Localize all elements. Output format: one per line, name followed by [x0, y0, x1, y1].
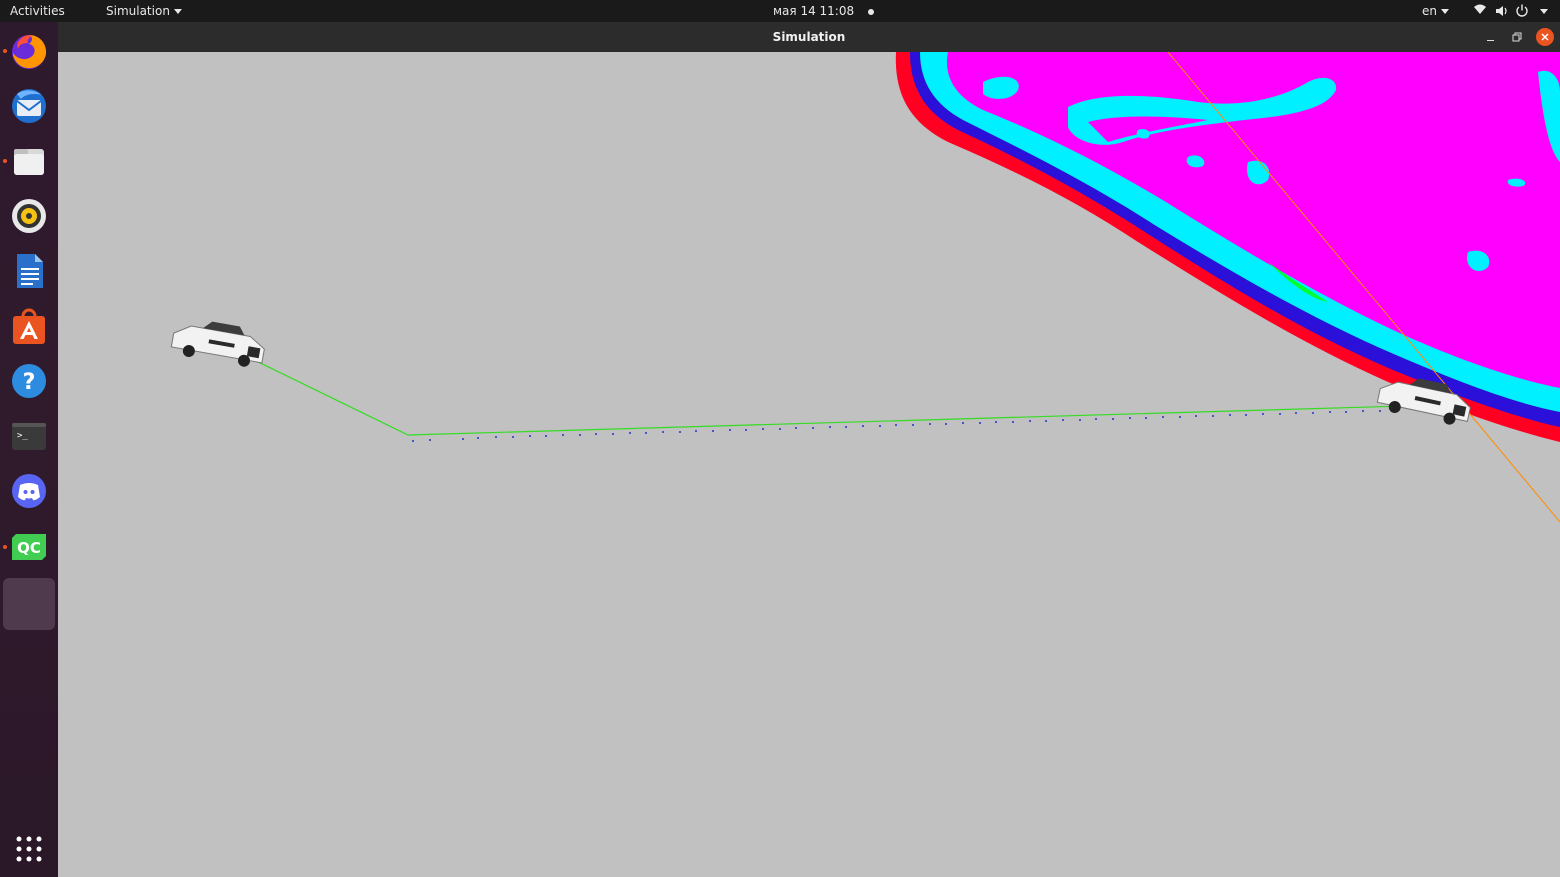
dock-item-help[interactable]: ? [5, 357, 53, 405]
svg-text:QC: QC [17, 539, 41, 557]
dock-item-qtcreator[interactable]: QC [5, 522, 53, 570]
document-icon [17, 254, 43, 288]
dock-item-firefox[interactable] [5, 27, 53, 75]
volume-icon [1496, 6, 1507, 16]
notification-dot-icon [867, 8, 874, 15]
thunderbird-icon [12, 89, 46, 123]
app-grid-icon [16, 836, 42, 862]
wifi-icon [1474, 4, 1486, 14]
costmap-overlay [895, 52, 1560, 442]
dock-item-discord[interactable] [5, 467, 53, 515]
language-selector[interactable]: en [1422, 0, 1449, 22]
blank-app-icon [9, 584, 49, 624]
window-titlebar[interactable]: Simulation [58, 22, 1560, 52]
dock: ? >_ QC [0, 22, 58, 877]
app-menu-label: Simulation [106, 4, 170, 18]
trajectory-dots [412, 410, 1381, 442]
close-icon [1541, 33, 1549, 41]
dock-item-thunderbird[interactable] [5, 82, 53, 130]
chevron-down-icon [1441, 9, 1449, 14]
datetime: мая 14 11:08 [773, 4, 855, 18]
dock-item-rhythmbox[interactable] [5, 192, 53, 240]
chevron-down-icon [1540, 9, 1548, 14]
car-model-start[interactable] [170, 315, 267, 369]
minimize-button[interactable] [1482, 29, 1498, 45]
firefox-icon [12, 35, 47, 69]
dock-item-simulation[interactable] [3, 578, 55, 630]
language-label: en [1422, 4, 1437, 18]
window-title: Simulation [772, 30, 846, 44]
speaker-icon [12, 199, 46, 233]
show-applications-button[interactable] [5, 825, 53, 873]
planned-path [247, 356, 1439, 436]
restore-icon [1512, 32, 1522, 42]
qtcreator-icon: QC [12, 534, 46, 560]
svg-text:?: ? [23, 370, 36, 395]
svg-text:>_: >_ [17, 431, 28, 441]
dock-item-files[interactable] [5, 137, 53, 185]
terminal-icon: >_ [12, 423, 46, 450]
folder-icon [14, 149, 44, 175]
dock-item-writer[interactable] [5, 247, 53, 295]
software-store-icon [13, 308, 45, 344]
activities-button[interactable]: Activities [10, 0, 65, 22]
simulation-viewport[interactable] [58, 52, 1560, 877]
clock[interactable]: мая 14 11:08 [773, 0, 874, 22]
dock-item-software[interactable] [5, 302, 53, 350]
top-bar: Activities Simulation мая 14 11:08 en [0, 0, 1560, 22]
app-menu[interactable]: Simulation [106, 0, 182, 22]
simulation-scene [170, 52, 1560, 523]
chevron-down-icon [173, 9, 182, 14]
minimize-icon [1486, 39, 1494, 41]
close-button[interactable] [1536, 28, 1554, 46]
system-status-menu[interactable] [1472, 0, 1550, 22]
maximize-button[interactable] [1509, 29, 1525, 45]
help-icon: ? [12, 364, 46, 398]
dock-item-terminal[interactable]: >_ [5, 412, 53, 460]
power-icon [1516, 4, 1528, 17]
discord-icon [12, 474, 46, 508]
